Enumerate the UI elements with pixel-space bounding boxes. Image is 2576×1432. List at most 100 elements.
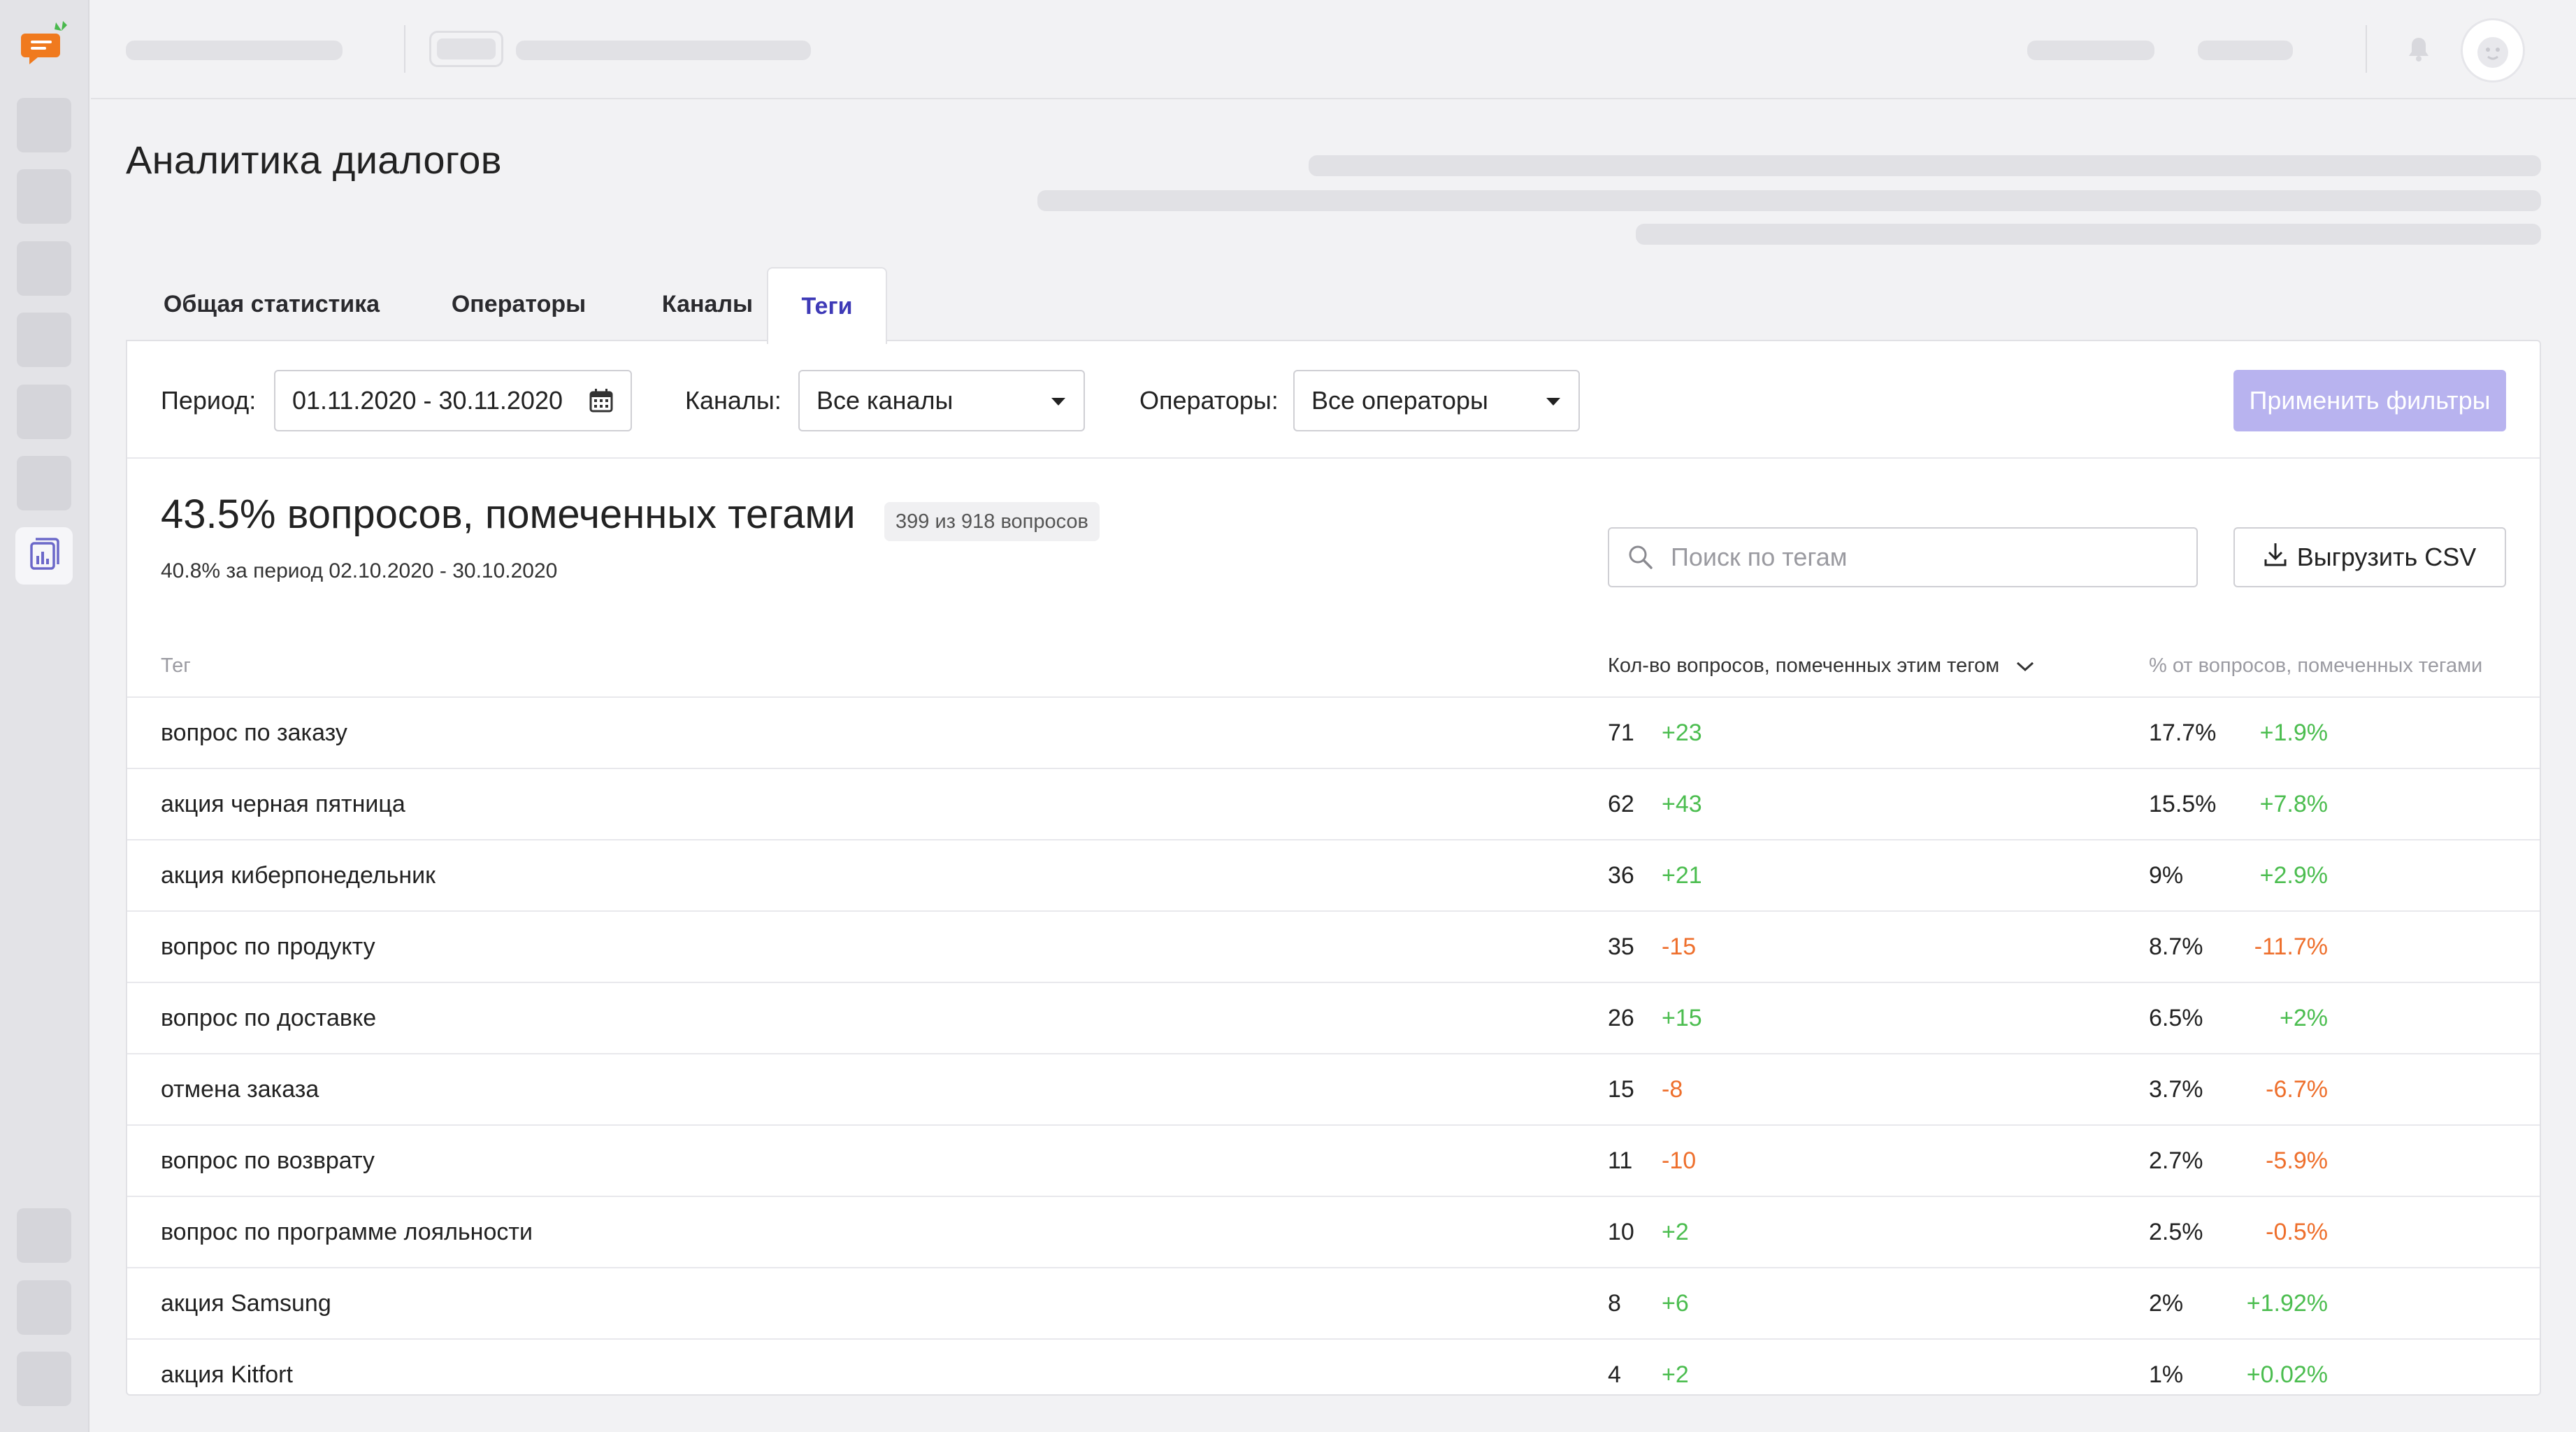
table-row[interactable]: вопрос по заказу 71 +23 17.7% +1.9% <box>127 696 2540 768</box>
tab-operators[interactable]: Операторы <box>417 267 620 341</box>
sidebar-item[interactable] <box>17 1208 71 1263</box>
sidebar-item[interactable] <box>17 1280 71 1335</box>
tag-name: отмена заказа <box>161 1075 319 1103</box>
tag-count: 71 <box>1608 719 1634 746</box>
tag-count-delta: +21 <box>1662 861 1702 889</box>
period-date-picker[interactable]: 01.11.2020 - 30.11.2020 <box>274 370 632 431</box>
tag-count-delta: -15 <box>1662 933 1697 960</box>
table-row[interactable]: акция черная пятница 62 +43 15.5% +7.8% <box>127 768 2540 839</box>
tag-percent-delta: +2.9% <box>2259 861 2328 889</box>
tag-percent-delta: +2% <box>2280 1004 2328 1031</box>
tab-tags[interactable]: Теги <box>767 267 887 344</box>
tag-name: вопрос по доставке <box>161 1004 377 1031</box>
sort-chevron-icon[interactable] <box>2015 655 2036 678</box>
sidebar-item[interactable] <box>17 98 71 152</box>
sidebar-item[interactable] <box>17 1352 71 1406</box>
tag-count: 10 <box>1608 1218 1634 1245</box>
tags-panel: Период: 01.11.2020 - 30.11.2020 Каналы: … <box>126 340 2541 1396</box>
operators-select[interactable]: Все операторы <box>1293 370 1580 431</box>
sidebar-item[interactable] <box>17 313 71 367</box>
placeholder-bar <box>2198 41 2293 60</box>
tag-count: 15 <box>1608 1075 1634 1103</box>
tag-percent-delta: -5.9% <box>2266 1147 2328 1174</box>
placeholder-bar <box>1037 190 2541 211</box>
operators-value: Все операторы <box>1311 386 1488 415</box>
tag-name: вопрос по продукту <box>161 933 375 960</box>
tag-percent: 8.7% <box>2149 933 2203 960</box>
table-row[interactable]: акция киберпонедельник 36 +21 9% +2.9% <box>127 839 2540 910</box>
tag-percent: 2.5% <box>2149 1218 2203 1245</box>
page-title: Аналитика диалогов <box>126 138 502 182</box>
search-icon <box>1627 544 1654 574</box>
tag-count: 4 <box>1608 1361 1621 1388</box>
tag-name: вопрос по программе лояльности <box>161 1218 533 1245</box>
tag-percent-delta: -6.7% <box>2266 1075 2328 1103</box>
tag-percent-delta: +0.02% <box>2246 1361 2328 1388</box>
sidebar-item[interactable] <box>17 241 71 296</box>
tag-name: акция черная пятница <box>161 790 405 817</box>
tag-name: вопрос по заказу <box>161 719 347 746</box>
header-count[interactable]: Кол-во вопросов, помеченных этим тегом <box>1608 654 2036 678</box>
header-tag[interactable]: Тег <box>161 654 191 678</box>
operators-label: Операторы: <box>1139 386 1279 415</box>
tag-percent: 1% <box>2149 1361 2184 1388</box>
placeholder-bar <box>516 41 811 60</box>
logo-icon[interactable] <box>21 20 71 70</box>
tag-count-delta: +2 <box>1662 1361 1689 1388</box>
table-row[interactable]: вопрос по продукту 35 -15 8.7% -11.7% <box>127 910 2540 982</box>
placeholder-toggle[interactable] <box>429 31 503 67</box>
tag-count: 36 <box>1608 861 1634 889</box>
tag-count: 62 <box>1608 790 1634 817</box>
table-row[interactable]: вопрос по доставке 26 +15 6.5% +2% <box>127 982 2540 1053</box>
tag-percent: 2% <box>2149 1289 2184 1317</box>
search-placeholder[interactable]: Поиск по тегам <box>1671 529 1848 586</box>
divider <box>404 25 405 73</box>
tag-percent: 6.5% <box>2149 1004 2203 1031</box>
period-value: 01.11.2020 - 30.11.2020 <box>292 386 563 415</box>
download-icon <box>2264 541 2287 574</box>
tab-general-stats[interactable]: Общая статистика <box>126 267 417 341</box>
tag-name: акция Samsung <box>161 1289 331 1317</box>
table-row[interactable]: отмена заказа 15 -8 3.7% -6.7% <box>127 1053 2540 1124</box>
chevron-down-icon <box>1546 398 1560 406</box>
search-field[interactable]: Поиск по тегам <box>1608 527 2198 587</box>
table-row[interactable]: вопрос по возврату 11 -10 2.7% -5.9% <box>127 1124 2540 1196</box>
tag-percent: 3.7% <box>2149 1075 2203 1103</box>
chevron-down-icon <box>1051 398 1065 406</box>
bell-icon[interactable] <box>2406 35 2431 66</box>
calendar-icon[interactable] <box>589 388 614 420</box>
tag-count: 8 <box>1608 1289 1621 1317</box>
sidebar-item[interactable] <box>17 456 71 510</box>
channels-select[interactable]: Все каналы <box>798 370 1085 431</box>
header-percent[interactable]: % от вопросов, помеченных тегами <box>2149 654 2482 678</box>
tag-name: акция киберпонедельник <box>161 861 436 889</box>
channels-label: Каналы: <box>685 386 782 415</box>
channels-value: Все каналы <box>816 386 954 415</box>
table-row[interactable]: акция Kitfort 4 +2 1% +0.02% <box>127 1338 2540 1394</box>
placeholder-bar <box>126 41 343 60</box>
tag-percent-delta: -0.5% <box>2266 1218 2328 1245</box>
tag-name: вопрос по возврату <box>161 1147 375 1174</box>
sidebar-item[interactable] <box>17 169 71 224</box>
tag-name: акция Kitfort <box>161 1361 293 1388</box>
sidebar-item[interactable] <box>17 385 71 439</box>
table-row[interactable]: акция Samsung 8 +6 2% +1.92% <box>127 1267 2540 1338</box>
filter-bar: Период: 01.11.2020 - 30.11.2020 Каналы: … <box>127 341 2540 459</box>
sidebar <box>0 0 89 1432</box>
tag-percent-delta: -11.7% <box>2254 933 2328 960</box>
tag-count-delta: +6 <box>1662 1289 1689 1317</box>
summary-subtitle: 40.8% за период 02.10.2020 - 30.10.2020 <box>161 559 558 582</box>
avatar-icon[interactable] <box>2461 18 2525 83</box>
placeholder-bar <box>1309 155 2541 176</box>
header-count-label: Кол-во вопросов, помеченных этим тегом <box>1608 654 2000 677</box>
tag-count: 11 <box>1608 1147 1633 1174</box>
apply-filters-button[interactable]: Применить фильтры <box>2233 370 2506 431</box>
export-csv-button[interactable]: Выгрузить CSV <box>2233 527 2506 587</box>
topbar <box>91 0 2576 99</box>
tag-count-delta: +23 <box>1662 719 1702 746</box>
table-row[interactable]: вопрос по программе лояльности 10 +2 2.5% -0… <box>127 1196 2540 1267</box>
analytics-icon <box>24 535 64 578</box>
sidebar-item-analytics[interactable] <box>15 527 73 585</box>
tag-count-delta: +43 <box>1662 790 1702 817</box>
tag-count-delta: -10 <box>1662 1147 1697 1174</box>
